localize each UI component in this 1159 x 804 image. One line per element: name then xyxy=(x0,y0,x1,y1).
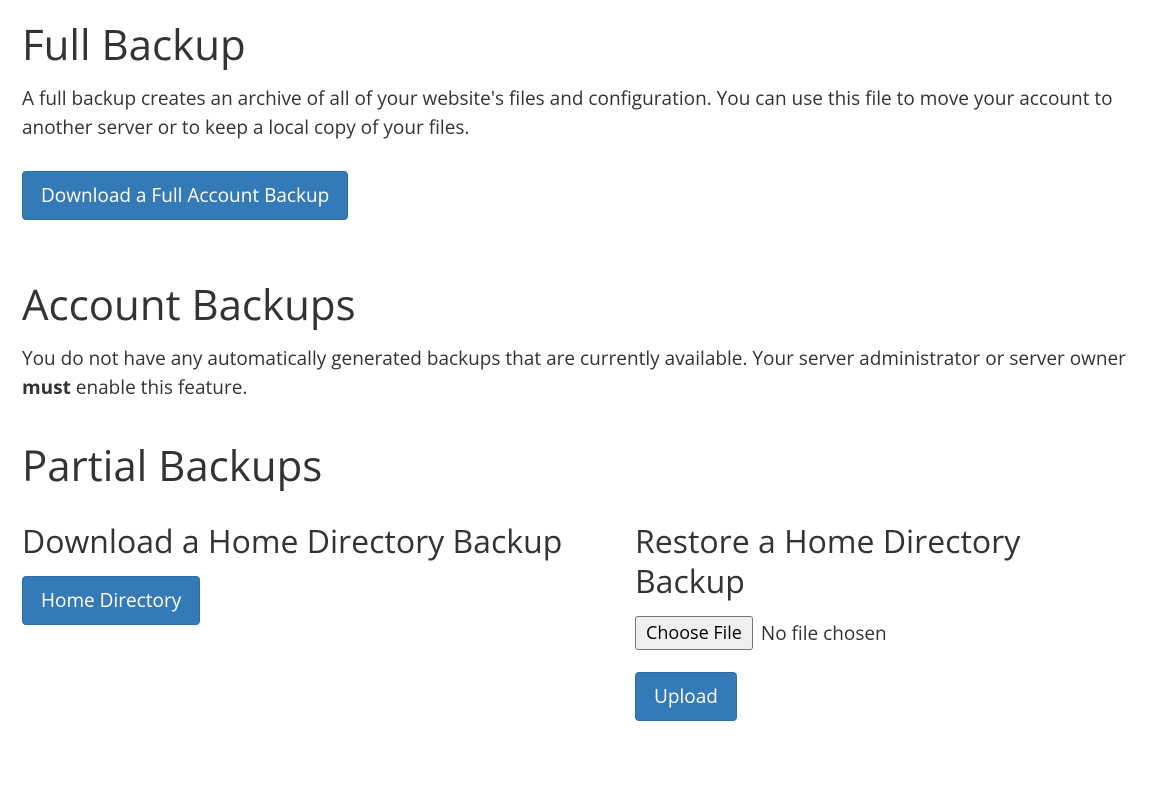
partial-backups-section: Partial Backups Download a Home Director… xyxy=(22,441,1137,720)
full-backup-section: Full Backup A full backup creates an arc… xyxy=(22,20,1137,220)
restore-home-directory-column: Restore a Home Directory Backup Choose F… xyxy=(635,522,1137,721)
account-backups-desc-strong: must xyxy=(22,374,71,400)
account-backups-section: Account Backups You do not have any auto… xyxy=(22,280,1137,401)
restore-home-directory-heading: Restore a Home Directory Backup xyxy=(635,522,1137,602)
file-input-row: Choose File No file chosen xyxy=(635,616,1137,650)
account-backups-description: You do not have any automatically genera… xyxy=(22,344,1137,401)
full-backup-heading: Full Backup xyxy=(22,20,1137,70)
download-full-backup-button[interactable]: Download a Full Account Backup xyxy=(22,171,348,220)
choose-file-button[interactable]: Choose File xyxy=(635,616,753,650)
account-backups-heading: Account Backups xyxy=(22,280,1137,330)
download-home-directory-heading: Download a Home Directory Backup xyxy=(22,522,615,562)
account-backups-desc-post: enable this feature. xyxy=(71,374,248,400)
partial-backups-heading: Partial Backups xyxy=(22,441,1137,491)
home-directory-button[interactable]: Home Directory xyxy=(22,576,200,625)
download-home-directory-column: Download a Home Directory Backup Home Di… xyxy=(22,522,615,721)
file-chosen-status: No file chosen xyxy=(761,620,887,646)
account-backups-desc-pre: You do not have any automatically genera… xyxy=(22,345,1126,371)
full-backup-description: A full backup creates an archive of all … xyxy=(22,84,1137,141)
upload-button[interactable]: Upload xyxy=(635,672,737,721)
